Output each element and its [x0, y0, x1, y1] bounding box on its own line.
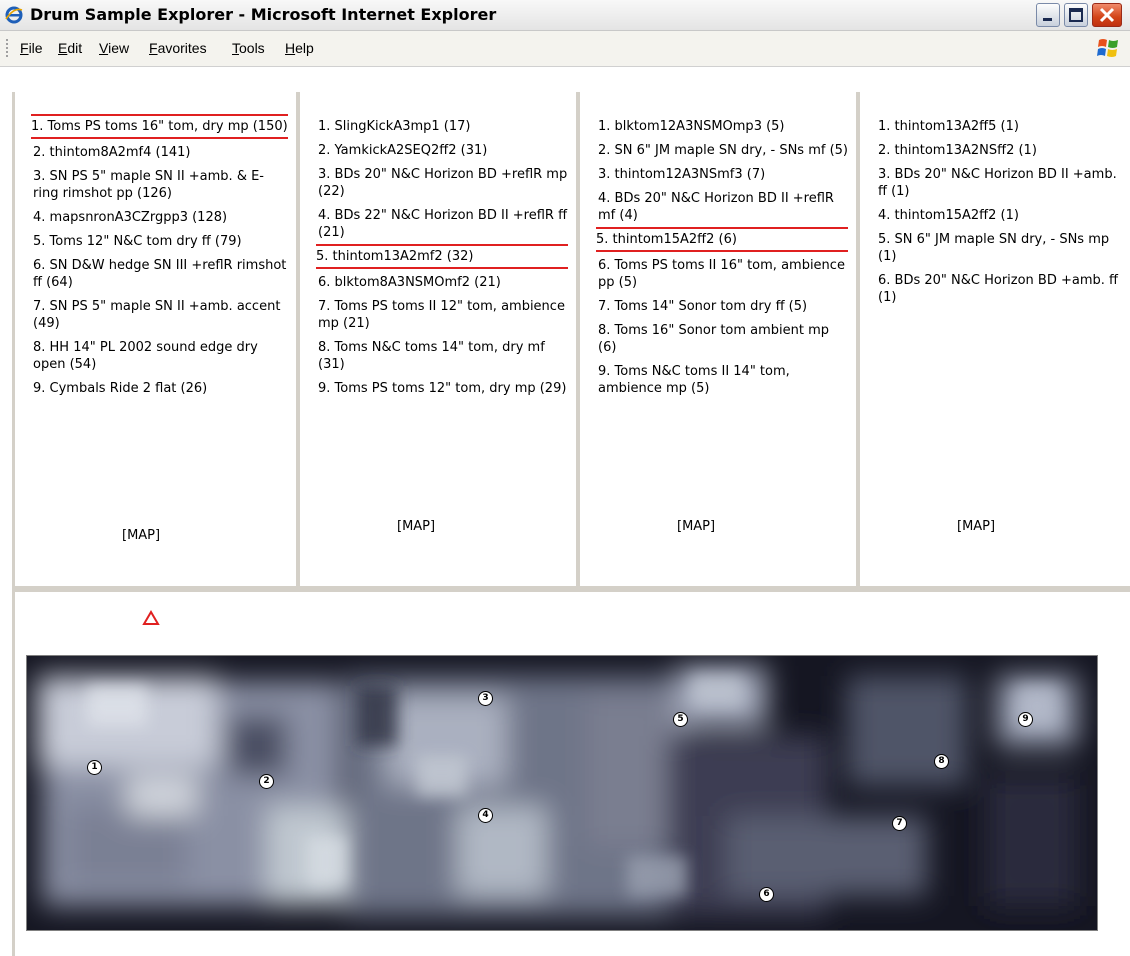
warning-triangle-icon [142, 610, 160, 625]
windows-logo-icon [1097, 39, 1118, 57]
panel-4-item[interactable]: 1. thintom13A2ff5 (1) [878, 118, 1122, 135]
panel-1-item[interactable]: 7. SN PS 5" maple SN II +amb. accent (49… [33, 298, 288, 332]
map-marker-5[interactable]: 5 [673, 712, 688, 727]
result-panels: 1. Toms PS toms 16" tom, dry mp (150) 2. … [12, 92, 1130, 590]
panel-1: 1. Toms PS toms 16" tom, dry mp (150) 2. … [15, 92, 300, 586]
maximize-button[interactable] [1064, 3, 1088, 27]
panel-2-item[interactable]: 4. BDs 22" N&C Horizon BD II +reflR ff (… [318, 207, 568, 241]
panel-1-map-link[interactable]: [MAP] [122, 528, 160, 543]
panel-3-item[interactable]: 4. BDs 20" N&C Horizon BD II +reflR mf (… [598, 190, 848, 224]
panel-1-item[interactable]: 2. thintom8A2mf4 (141) [33, 144, 288, 161]
panel-4-item[interactable]: 3. BDs 20" N&C Horizon BD II +amb. ff (1… [878, 166, 1122, 200]
panel-1-list: 1. Toms PS toms 16" tom, dry mp (150) 2. … [31, 114, 288, 397]
map-marker-2[interactable]: 2 [259, 774, 274, 789]
sample-map[interactable]: 1 2 3 4 5 6 7 8 9 [26, 655, 1098, 931]
panel-2-list: 1. SlingKickA3mp1 (17) 2. YamkickA2SEQ2ff… [316, 118, 568, 397]
minimize-button[interactable] [1036, 3, 1060, 27]
panel-1-item[interactable]: 9. Cymbals Ride 2 flat (26) [33, 380, 288, 397]
map-marker-9[interactable]: 9 [1018, 712, 1033, 727]
close-icon [1099, 7, 1115, 23]
panel-4-map-link[interactable]: [MAP] [957, 519, 995, 534]
panel-2-item[interactable]: 2. YamkickA2SEQ2ff2 (31) [318, 142, 568, 159]
panel-2-item[interactable]: 8. Toms N&C toms 14" tom, dry mf (31) [318, 339, 568, 373]
panel-4-list: 1. thintom13A2ff5 (1) 2. thintom13A2NSff2… [878, 118, 1122, 306]
panel-3-list: 1. blktom12A3NSMOmp3 (5) 2. SN 6" JM mapl… [596, 118, 848, 397]
menu-tools[interactable]: Tools [232, 40, 265, 56]
panel-3-item[interactable]: 5. thintom15A2ff2 (6) [596, 227, 848, 252]
menu-bar: File Edit View Favorites Tools Help [0, 31, 1130, 67]
panel-2-map-link[interactable]: [MAP] [397, 519, 435, 534]
title-bar: Drum Sample Explorer - Microsoft Interne… [0, 0, 1130, 31]
panel-2-item[interactable]: 6. blktom8A3NSMOmf2 (21) [318, 274, 568, 291]
map-marker-8[interactable]: 8 [934, 754, 949, 769]
panel-1-item[interactable]: 8. HH 14" PL 2002 sound edge dry open (5… [33, 339, 288, 373]
map-marker-1[interactable]: 1 [87, 760, 102, 775]
close-button[interactable] [1092, 3, 1122, 27]
frame-splitter[interactable] [12, 586, 1130, 592]
panel-1-item[interactable]: 4. mapsnronA3CZrgpp3 (128) [33, 209, 288, 226]
internet-explorer-icon [5, 6, 23, 24]
panel-1-item[interactable]: 5. Toms 12" N&C tom dry ff (79) [33, 233, 288, 250]
menu-favorites[interactable]: Favorites [149, 40, 207, 56]
panel-3-item[interactable]: 7. Toms 14" Sonor tom dry ff (5) [598, 298, 848, 315]
panel-2-item[interactable]: 3. BDs 20" N&C Horizon BD +reflR mp (22) [318, 166, 568, 200]
toolbar-grip[interactable] [6, 39, 8, 59]
minimize-icon [1043, 18, 1052, 21]
panel-2-item[interactable]: 9. Toms PS toms 12" tom, dry mp (29) [318, 380, 568, 397]
panel-3-item[interactable]: 9. Toms N&C toms II 14" tom, ambience mp… [598, 363, 848, 397]
panel-4: 1. thintom13A2ff5 (1) 2. thintom13A2NSff2… [860, 92, 1130, 586]
menu-view[interactable]: View [99, 40, 129, 56]
panel-1-item[interactable]: 6. SN D&W hedge SN III +reflR rimshot ff… [33, 257, 288, 291]
menu-help[interactable]: Help [285, 40, 314, 56]
panel-3-map-link[interactable]: [MAP] [677, 519, 715, 534]
window-title: Drum Sample Explorer - Microsoft Interne… [30, 5, 497, 24]
map-marker-4[interactable]: 4 [478, 808, 493, 823]
panel-1-item[interactable]: 1. Toms PS toms 16" tom, dry mp (150) [31, 114, 288, 139]
menu-edit[interactable]: Edit [58, 40, 82, 56]
panel-3-item[interactable]: 8. Toms 16" Sonor tom ambient mp (6) [598, 322, 848, 356]
panel-4-item[interactable]: 6. BDs 20" N&C Horizon BD +amb. ff (1) [878, 272, 1122, 306]
panel-4-item[interactable]: 2. thintom13A2NSff2 (1) [878, 142, 1122, 159]
map-marker-7[interactable]: 7 [892, 816, 907, 831]
panel-2-item[interactable]: 7. Toms PS toms II 12" tom, ambience mp … [318, 298, 568, 332]
panel-3-item[interactable]: 3. thintom12A3NSmf3 (7) [598, 166, 848, 183]
panel-2-item[interactable]: 1. SlingKickA3mp1 (17) [318, 118, 568, 135]
menu-file[interactable]: File [20, 40, 43, 56]
panel-3-item[interactable]: 2. SN 6" JM maple SN dry, - SNs mf (5) [598, 142, 848, 159]
map-heatmap-image [27, 656, 1097, 930]
map-marker-3[interactable]: 3 [478, 691, 493, 706]
panel-4-item[interactable]: 4. thintom15A2ff2 (1) [878, 207, 1122, 224]
map-marker-6[interactable]: 6 [759, 887, 774, 902]
panel-2: 1. SlingKickA3mp1 (17) 2. YamkickA2SEQ2ff… [300, 92, 580, 586]
panel-3-item[interactable]: 1. blktom12A3NSMOmp3 (5) [598, 118, 848, 135]
maximize-icon [1069, 8, 1083, 22]
panel-2-item[interactable]: 5. thintom13A2mf2 (32) [316, 244, 568, 269]
panel-1-item[interactable]: 3. SN PS 5" maple SN II +amb. & E-ring r… [33, 168, 288, 202]
panel-4-item[interactable]: 5. SN 6" JM maple SN dry, - SNs mp (1) [878, 231, 1122, 265]
panel-3: 1. blktom12A3NSMOmp3 (5) 2. SN 6" JM mapl… [580, 92, 860, 586]
panel-3-item[interactable]: 6. Toms PS toms II 16" tom, ambience pp … [598, 257, 848, 291]
